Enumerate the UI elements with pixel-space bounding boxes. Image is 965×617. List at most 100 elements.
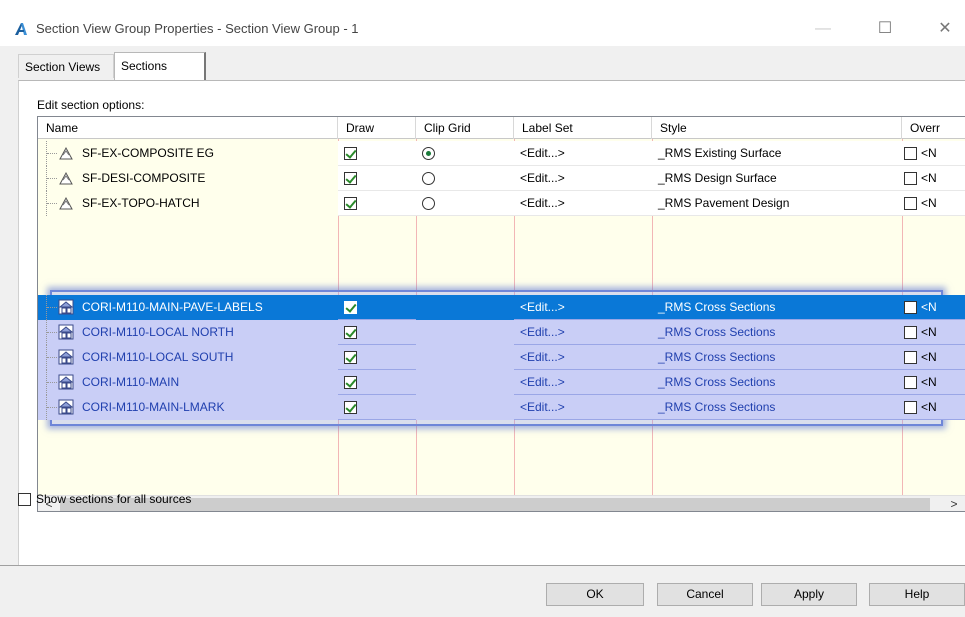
column-header-label-set[interactable]: Label Set xyxy=(514,117,652,139)
column-header-draw[interactable]: Draw xyxy=(338,117,416,139)
apply-button[interactable]: Apply xyxy=(761,583,857,606)
draw-checkbox[interactable] xyxy=(344,326,357,339)
label-set-cell[interactable]: <Edit...> xyxy=(514,345,652,370)
label-set-cell[interactable]: <Edit...> xyxy=(514,191,652,216)
corridor-icon xyxy=(58,349,74,365)
tab-section-views[interactable]: Section Views xyxy=(18,54,114,78)
override-value: <N xyxy=(921,196,937,210)
clip-grid-cell xyxy=(416,191,514,216)
style-cell[interactable]: _RMS Cross Sections xyxy=(652,370,902,395)
style-cell[interactable]: _RMS Design Surface xyxy=(652,166,902,191)
column-header-name[interactable]: Name xyxy=(38,117,338,139)
draw-cell xyxy=(338,395,416,420)
style-cell[interactable]: _RMS Cross Sections xyxy=(652,345,902,370)
tree-connector xyxy=(46,320,58,345)
clip-grid-cell xyxy=(416,295,514,320)
draw-checkbox[interactable] xyxy=(344,197,357,210)
column-header-style[interactable]: Style xyxy=(652,117,902,139)
override-checkbox[interactable] xyxy=(904,401,917,414)
override-checkbox[interactable] xyxy=(904,147,917,160)
title-bar: Section View Group Properties - Section … xyxy=(0,0,965,46)
draw-checkbox[interactable] xyxy=(344,401,357,414)
override-checkbox[interactable] xyxy=(904,326,917,339)
row-name-cell: SF-EX-COMPOSITE EG xyxy=(38,141,338,166)
dialog-body: Section Views Sections Edit section opti… xyxy=(0,46,965,617)
table-row[interactable]: CORI-M110-MAIN-LMARK <Edit...> _RMS Cros… xyxy=(38,395,965,420)
maximize-button[interactable]: ☐ xyxy=(862,14,908,44)
table-row[interactable]: SF-DESI-COMPOSITE <Edit...> _RMS Design … xyxy=(38,166,965,191)
override-cell: <N xyxy=(902,141,965,166)
style-cell[interactable]: _RMS Existing Surface xyxy=(652,141,902,166)
row-name: CORI-M110-MAIN-PAVE-LABELS xyxy=(82,300,263,314)
style-cell[interactable]: _RMS Cross Sections xyxy=(652,295,902,320)
table-row-selected[interactable]: CORI-M110-MAIN-PAVE-LABELS <Edit...> _RM… xyxy=(38,295,965,320)
show-all-sources-checkbox[interactable] xyxy=(18,493,31,506)
corridor-icon xyxy=(58,399,74,415)
close-button[interactable]: ✕ xyxy=(922,14,965,44)
style-cell[interactable]: _RMS Cross Sections xyxy=(652,395,902,420)
surface-icon xyxy=(59,146,73,160)
label-set-cell[interactable]: <Edit...> xyxy=(514,295,652,320)
grid-header: Name Draw Clip Grid Label Set Style Over… xyxy=(38,117,965,139)
tree-connector xyxy=(46,141,58,166)
table-row[interactable]: CORI-M110-MAIN <Edit...> _RMS Cross Sect… xyxy=(38,370,965,395)
override-cell: <N xyxy=(902,395,965,420)
draw-checkbox[interactable] xyxy=(344,351,357,364)
draw-cell xyxy=(338,141,416,166)
override-cell: <N xyxy=(902,370,965,395)
tree-connector xyxy=(46,295,58,320)
override-value: <N xyxy=(921,400,937,414)
row-name: CORI-M110-MAIN xyxy=(82,375,180,389)
ok-button[interactable]: OK xyxy=(546,583,644,606)
clip-grid-radio[interactable] xyxy=(422,197,435,210)
draw-checkbox[interactable] xyxy=(344,172,357,185)
table-row[interactable]: CORI-M110-LOCAL NORTH <Edit...> _RMS Cro… xyxy=(38,320,965,345)
draw-cell xyxy=(338,345,416,370)
table-row[interactable]: CORI-M110-LOCAL SOUTH <Edit...> _RMS Cro… xyxy=(38,345,965,370)
help-button[interactable]: Help xyxy=(869,583,965,606)
override-cell: <N xyxy=(902,295,965,320)
override-cell: <N xyxy=(902,345,965,370)
style-cell[interactable]: _RMS Pavement Design xyxy=(652,191,902,216)
override-checkbox[interactable] xyxy=(904,172,917,185)
override-checkbox[interactable] xyxy=(904,301,917,314)
column-header-clip-grid[interactable]: Clip Grid xyxy=(416,117,514,139)
cancel-button[interactable]: Cancel xyxy=(657,583,753,606)
override-checkbox[interactable] xyxy=(904,351,917,364)
clip-grid-radio[interactable] xyxy=(422,172,435,185)
style-cell[interactable]: _RMS Cross Sections xyxy=(652,320,902,345)
column-header-override[interactable]: Overr xyxy=(902,117,965,139)
override-cell: <N xyxy=(902,320,965,345)
label-set-cell[interactable]: <Edit...> xyxy=(514,141,652,166)
override-cell: <N xyxy=(902,191,965,216)
window-title: Section View Group Properties - Section … xyxy=(36,21,359,36)
tree-connector xyxy=(46,370,58,395)
clip-grid-cell xyxy=(416,320,514,345)
table-row[interactable]: SF-EX-TOPO-HATCH <Edit...> _RMS Pavement… xyxy=(38,191,965,216)
override-checkbox[interactable] xyxy=(904,197,917,210)
override-value: <N xyxy=(921,375,937,389)
table-row[interactable]: SF-EX-COMPOSITE EG <Edit...> _RMS Existi… xyxy=(38,141,965,166)
override-value: <N xyxy=(921,325,937,339)
corridor-icon xyxy=(58,299,74,315)
override-checkbox[interactable] xyxy=(904,376,917,389)
label-set-cell[interactable]: <Edit...> xyxy=(514,395,652,420)
draw-cell xyxy=(338,295,416,320)
draw-checkbox[interactable] xyxy=(344,301,357,314)
surface-icon xyxy=(59,196,73,210)
scroll-right-arrow-icon[interactable]: > xyxy=(947,496,961,511)
label-set-cell[interactable]: <Edit...> xyxy=(514,166,652,191)
clip-grid-radio[interactable] xyxy=(422,147,435,160)
draw-checkbox[interactable] xyxy=(344,147,357,160)
tab-sections[interactable]: Sections xyxy=(114,52,206,80)
draw-checkbox[interactable] xyxy=(344,376,357,389)
row-name-cell: SF-EX-TOPO-HATCH xyxy=(38,191,338,216)
row-name: CORI-M110-LOCAL SOUTH xyxy=(82,350,234,364)
override-value: <N xyxy=(921,300,937,314)
label-set-cell[interactable]: <Edit...> xyxy=(514,320,652,345)
label-set-cell[interactable]: <Edit...> xyxy=(514,370,652,395)
row-name: CORI-M110-MAIN-LMARK xyxy=(82,400,225,414)
tree-connector xyxy=(46,191,58,216)
draw-cell xyxy=(338,191,416,216)
minimize-button[interactable]: — xyxy=(800,14,846,44)
